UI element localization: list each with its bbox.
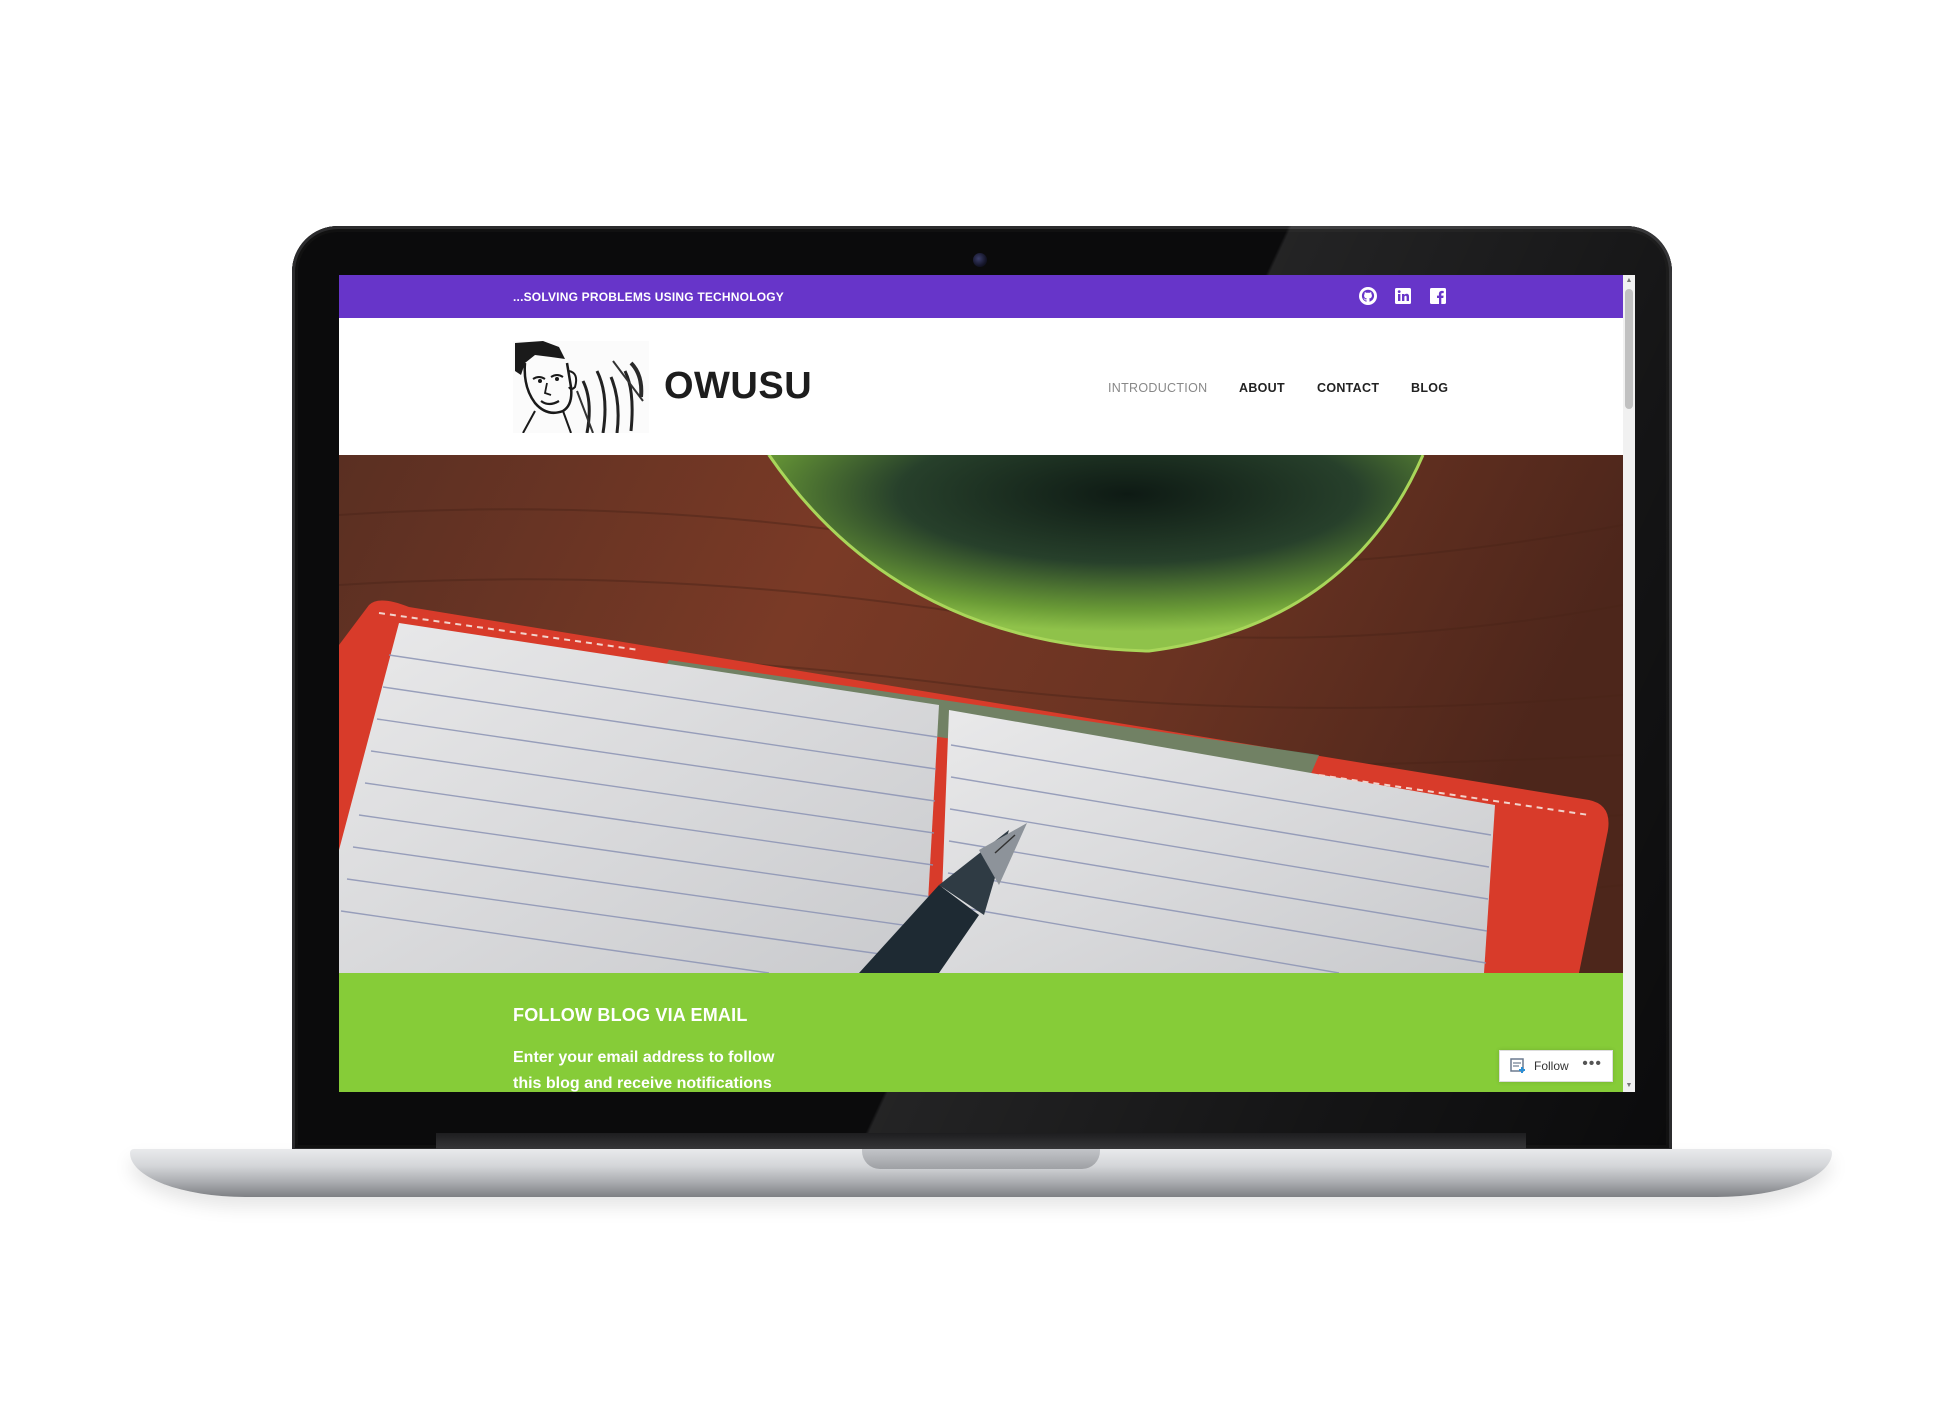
follow-blog-section: FOLLOW BLOG VIA EMAIL Enter your email a… [339,973,1623,1092]
follow-text-line1: Enter your email address to follow [513,1049,775,1066]
nav-about[interactable]: ABOUT [1239,381,1285,395]
camera-icon [973,253,987,267]
follow-button-label[interactable]: Follow [1534,1059,1569,1073]
nav-introduction[interactable]: INTRODUCTION [1108,381,1207,395]
hero-image [339,455,1623,973]
follow-text-line2: this blog and receive notifications [513,1075,772,1092]
top-bar: ...SOLVING PROBLEMS USING TECHNOLOGY [339,275,1623,318]
scroll-up-icon[interactable]: ▲ [1625,277,1633,285]
scrollbar-thumb[interactable] [1625,289,1633,409]
laptop-notch [862,1149,1100,1169]
follow-description: Enter your email address to follow this … [513,1045,813,1092]
follow-icon [1510,1058,1525,1073]
site-header: OWUSU INTRODUCTION ABOUT CONTACT BLOG [339,318,1623,455]
nav-blog[interactable]: BLOG [1411,381,1448,395]
browser-viewport: ...SOLVING PROBLEMS USING TECHNOLOGY OWU… [339,275,1635,1092]
github-icon[interactable] [1358,286,1378,306]
linkedin-icon[interactable] [1393,286,1413,306]
site-logo[interactable] [513,341,649,434]
site-tagline: ...SOLVING PROBLEMS USING TECHNOLOGY [513,290,784,304]
scroll-down-icon[interactable]: ▼ [1625,1082,1633,1090]
more-options-icon[interactable]: ••• [1582,1055,1602,1073]
follow-title: FOLLOW BLOG VIA EMAIL [513,1005,748,1025]
facebook-icon[interactable] [1428,286,1448,306]
site-title[interactable]: OWUSU [664,365,812,408]
nav-contact[interactable]: CONTACT [1317,381,1379,395]
follow-widget[interactable]: Follow ••• [1499,1050,1613,1082]
vertical-scrollbar[interactable]: ▲ ▼ [1623,275,1635,1092]
